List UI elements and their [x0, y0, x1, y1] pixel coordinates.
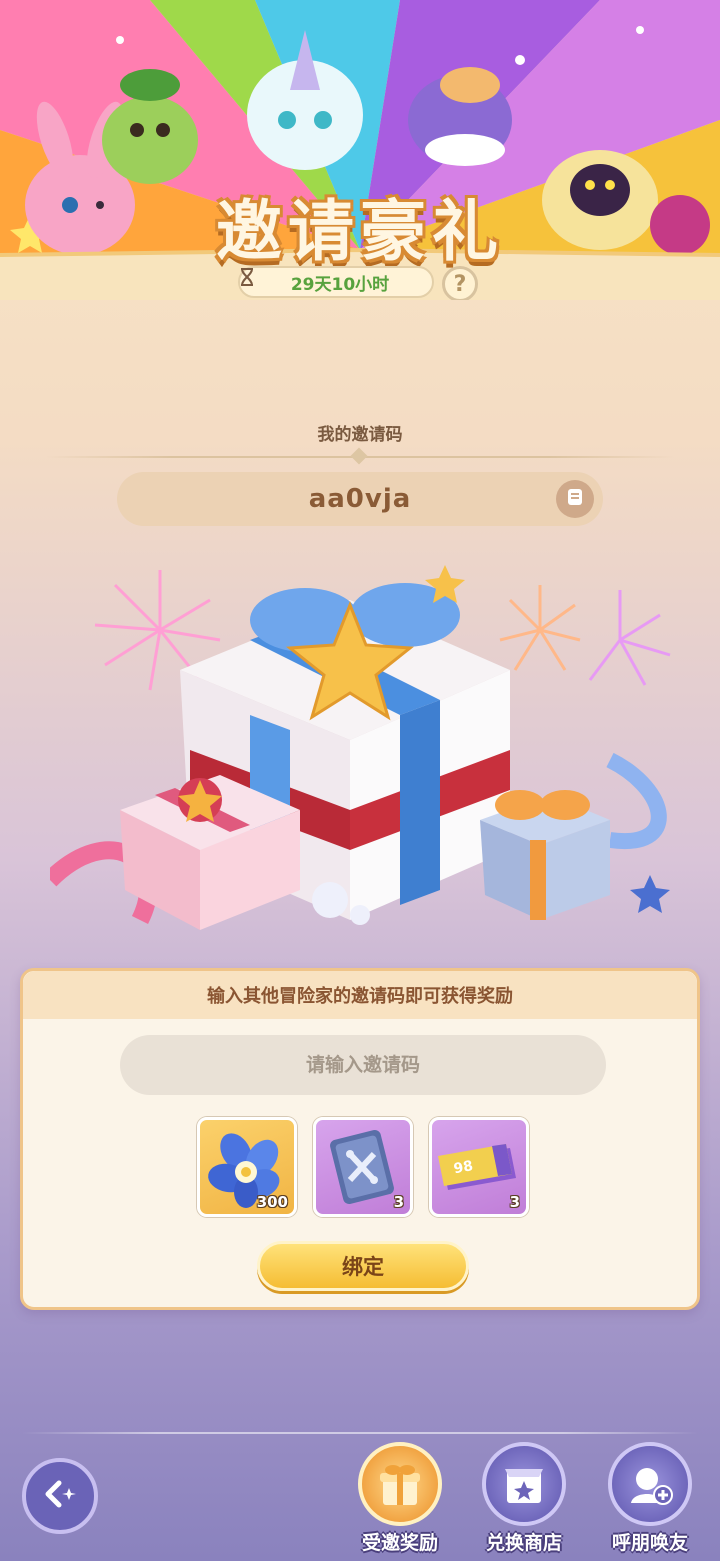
tab-label: 受邀奖励 [361, 1532, 438, 1554]
tab-label: 兑换商店 [485, 1532, 562, 1554]
reward-count: 3 [393, 1193, 404, 1211]
tab-invite-friends[interactable]: 呼朋唤友 [595, 1442, 705, 1558]
event-banner: 邀请豪礼 29天10小时 ? [0, 0, 720, 300]
gift-box-icon [358, 1442, 442, 1526]
copy-icon [565, 487, 585, 511]
copy-code-button[interactable] [556, 480, 594, 518]
event-timer: 29天10小时 [238, 266, 434, 298]
invite-code-input[interactable] [120, 1035, 606, 1095]
panel-heading: 输入其他冒险家的邀请码即可获得奖励 [23, 971, 697, 1019]
my-code-label: 我的邀请码 [317, 425, 403, 445]
tab-label: 呼朋唤友 [611, 1532, 688, 1554]
bind-button[interactable]: 绑定 [257, 1241, 469, 1291]
reward-item[interactable]: 98 3 [429, 1117, 529, 1217]
ticket-value: 98 [452, 1158, 474, 1177]
bind-code-panel: 输入其他冒险家的邀请码即可获得奖励 300 3 [20, 968, 700, 1310]
help-button[interactable]: ? [442, 266, 478, 300]
tab-exchange-shop[interactable]: 兑换商店 [469, 1442, 579, 1558]
my-invite-code: aa0vja [117, 472, 603, 526]
timer-text: 29天10小时 [290, 274, 390, 295]
divider-ornament [350, 447, 368, 465]
event-title: 邀请豪礼 [216, 193, 504, 270]
add-friend-icon [608, 1442, 692, 1526]
nav-divider [22, 1432, 698, 1434]
back-arrow-icon [43, 1479, 77, 1513]
reward-count: 3 [509, 1193, 520, 1211]
reward-list: 300 3 98 3 [197, 1117, 529, 1217]
reward-item[interactable]: 3 [313, 1117, 413, 1217]
tab-invited-rewards[interactable]: 受邀奖励 [345, 1442, 455, 1558]
gift-illustration [43, 560, 690, 950]
reward-item[interactable]: 300 [197, 1117, 297, 1217]
shop-icon [482, 1442, 566, 1526]
reward-count: 300 [256, 1193, 288, 1211]
back-button[interactable] [22, 1458, 98, 1534]
